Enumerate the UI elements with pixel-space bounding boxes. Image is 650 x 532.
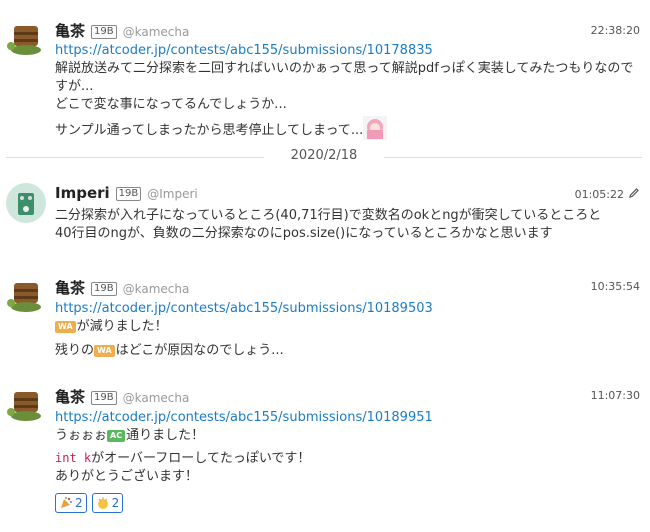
timestamp[interactable]: 10:35:54 xyxy=(591,280,640,293)
reaction-count: 2 xyxy=(111,496,120,510)
turtle-avatar[interactable] xyxy=(6,18,46,58)
anime-girl-emoji-icon xyxy=(363,116,388,140)
message-line: WA が減りました！ xyxy=(55,318,636,336)
wa-status-badge: WA xyxy=(55,321,76,333)
timestamp[interactable]: 11:07:30 xyxy=(591,389,640,402)
reaction-clap-button[interactable]: 2 xyxy=(91,493,124,513)
clap-icon xyxy=(97,497,108,509)
user-handle: @kamecha xyxy=(122,282,190,296)
message-text: 通りました！ xyxy=(126,428,205,443)
message-text: はどこが原因なのでしょう... xyxy=(115,343,284,358)
reaction-party-button[interactable]: 2 xyxy=(55,493,87,513)
message-body: 二分探索が入れ子になっているところ(40,71行目)で変数名のokとngが衝突し… xyxy=(55,207,636,243)
user-name[interactable]: 亀茶 19B @kamecha xyxy=(55,20,189,41)
timestamp[interactable]: 22:38:20 xyxy=(591,24,640,37)
submission-link[interactable]: https://atcoder.jp/contests/abc155/submi… xyxy=(55,42,636,60)
timestamp-row: 01:05:22 xyxy=(575,187,640,201)
message-text: がオーバーフローしてたっぽいです！ xyxy=(91,451,311,466)
message-line: 二分探索が入れ子になっているところ(40,71行目)で変数名のokとngが衝突し… xyxy=(55,208,602,223)
timestamp[interactable]: 01:05:22 xyxy=(575,188,624,201)
user-name-text[interactable]: 亀茶 xyxy=(55,279,85,297)
message-line: int kがオーバーフローしてたっぽいです！ xyxy=(55,449,636,468)
reaction-bar: 2 2 xyxy=(55,493,124,513)
message-2: Imperi 19B @Imperi 01:05:22 二分探索が入れ子になっている… xyxy=(0,175,650,265)
message-1: 亀茶 19B @kamecha 22:38:20 https://atcoder.j… xyxy=(0,0,650,140)
ac-status-badge: AC xyxy=(107,430,126,442)
message-text: 残りの xyxy=(55,343,95,358)
user-name-text[interactable]: Imperi xyxy=(55,184,110,202)
message-text: うぉぉぉ xyxy=(55,428,108,443)
message-line: サンプル通ってしまったから思考停止してしまって... xyxy=(55,123,364,138)
rank-tag: 19B xyxy=(91,391,117,405)
user-handle: @Imperi xyxy=(147,187,198,201)
message-body: https://atcoder.jp/contests/abc155/submi… xyxy=(55,300,636,360)
reaction-count: 2 xyxy=(75,496,83,510)
guitar-pedal-avatar[interactable] xyxy=(6,183,46,223)
user-handle: @kamecha xyxy=(122,25,190,39)
user-handle: @kamecha xyxy=(122,391,190,405)
message-line: 解説放送みて二分探索を二回すればいいのかぁって思って解説pdfっぽく実装してみた… xyxy=(55,61,634,94)
message-line: どこで変な事になってるんでしょうか... xyxy=(55,97,287,112)
user-name[interactable]: 亀茶 19B @kamecha xyxy=(55,277,189,298)
rank-tag: 19B xyxy=(115,187,142,201)
message-line: 40行目のngが、負数の二分探索なのにpos.size()になっているところかな… xyxy=(55,226,553,241)
message-body: https://atcoder.jp/contests/abc155/submi… xyxy=(55,42,636,140)
date-label: 2020/2/18 xyxy=(290,148,358,163)
user-name[interactable]: 亀茶 19B @kamecha xyxy=(55,386,189,407)
rank-tag: 19B xyxy=(91,282,117,296)
message-text: が減りました！ xyxy=(76,319,168,334)
user-name-text[interactable]: 亀茶 xyxy=(55,22,85,40)
message-body: https://atcoder.jp/contests/abc155/submi… xyxy=(55,409,636,486)
message-line-with-emoji: サンプル通ってしまったから思考停止してしまって... xyxy=(55,116,636,140)
message-line: ありがとうございます！ xyxy=(55,469,199,484)
message-3: 亀茶 19B @kamecha 10:35:54 https://atcoder.j… xyxy=(0,273,650,368)
edit-pencil-icon[interactable] xyxy=(628,187,640,199)
inline-code: int k xyxy=(55,451,92,465)
user-name[interactable]: Imperi 19B @Imperi xyxy=(55,184,198,202)
submission-link[interactable]: https://atcoder.jp/contests/abc155/submi… xyxy=(55,409,636,427)
turtle-avatar[interactable] xyxy=(6,384,46,424)
turtle-avatar[interactable] xyxy=(6,275,46,315)
message-line: うぉぉぉ AC 通りました！ xyxy=(55,427,636,445)
message-line: 残りの WA はどこが原因なのでしょう... xyxy=(55,342,636,360)
party-popper-icon xyxy=(61,497,72,508)
submission-link[interactable]: https://atcoder.jp/contests/abc155/submi… xyxy=(55,300,636,318)
user-name-text[interactable]: 亀茶 xyxy=(55,388,85,406)
rank-tag: 19B xyxy=(91,25,117,39)
date-divider: 2020/2/18 xyxy=(6,148,642,163)
wa-status-badge: WA xyxy=(94,345,115,357)
